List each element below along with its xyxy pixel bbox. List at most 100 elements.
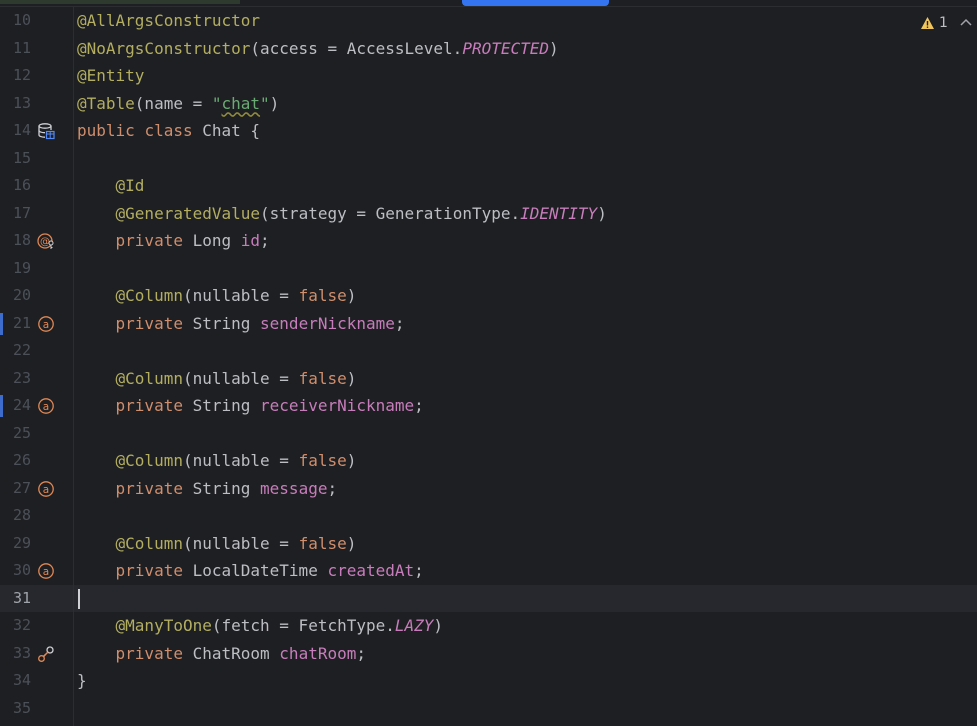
code-line[interactable]: 17 @GeneratedValue(strategy = Generation… (0, 200, 977, 228)
code-editor[interactable]: 10 @AllArgsConstructor 11 @NoArgsConstructo… (0, 7, 977, 726)
code-token: @GeneratedValue (115, 203, 261, 223)
code-line[interactable]: 28 (0, 502, 977, 530)
line-number[interactable]: 35 (0, 695, 31, 723)
code-line[interactable]: 15 (0, 145, 977, 173)
code-line[interactable]: 22 (0, 337, 977, 365)
code-token: Long (192, 231, 241, 250)
code-token: @Column (115, 368, 183, 388)
database-table-icon[interactable] (37, 122, 55, 140)
line-number[interactable]: 24 (0, 392, 31, 420)
svg-text:a: a (43, 566, 49, 578)
code-text: @Column(nullable = false) (77, 282, 357, 310)
line-number[interactable]: 25 (0, 420, 31, 448)
id-field-icon[interactable]: @ (37, 232, 55, 250)
code-token: @Column (115, 533, 183, 553)
line-number[interactable]: 12 (0, 62, 31, 90)
vcs-change-marker[interactable] (0, 395, 3, 417)
code-line[interactable]: 16 @Id (0, 172, 977, 200)
line-number[interactable]: 17 (0, 200, 31, 228)
code-token: private (115, 643, 193, 663)
line-number[interactable]: 30 (0, 557, 31, 585)
code-token: ; (394, 313, 405, 333)
code-token: @Id (115, 176, 145, 195)
code-line[interactable]: 34} (0, 667, 977, 695)
warning-icon (921, 17, 934, 29)
code-token: false (298, 286, 347, 305)
code-token: (name = (134, 93, 212, 113)
code-text: @Table(name = "chat") (77, 90, 279, 118)
text-caret (78, 588, 80, 609)
code-line[interactable]: 13 @Table(name = "chat") (0, 90, 977, 118)
line-number[interactable]: 31 (0, 585, 31, 613)
line-number[interactable]: 15 (0, 145, 31, 173)
code-token: ; (327, 478, 338, 498)
code-line[interactable]: 26 @Column(nullable = false) (0, 447, 977, 475)
column-field-icon[interactable]: a (37, 315, 55, 333)
line-number[interactable]: 16 (0, 172, 31, 200)
code-line[interactable]: 30 a private LocalDateTime createdAt; (0, 557, 977, 585)
code-token: LAZY (394, 616, 434, 635)
vcs-change-marker[interactable] (0, 312, 3, 335)
code-token: message (260, 478, 328, 498)
column-field-icon[interactable]: a (37, 397, 55, 415)
code-token: ) (597, 203, 607, 223)
code-line[interactable]: 10 @AllArgsConstructor (0, 7, 977, 35)
code-line[interactable]: 21 a private String senderNickname; (0, 310, 977, 338)
code-line[interactable]: 25 (0, 420, 977, 448)
svg-text:@: @ (40, 237, 50, 248)
code-line[interactable]: 29 @Column(nullable = false) (0, 530, 977, 558)
line-number[interactable]: 28 (0, 502, 31, 530)
inspection-widget[interactable]: 1 (920, 14, 948, 32)
code-token: private (115, 561, 193, 580)
code-line[interactable]: 18 @ private Long id; (0, 227, 977, 255)
code-line[interactable]: 32 @ManyToOne(fetch = FetchType.LAZY) (0, 612, 977, 640)
line-number[interactable]: 18 (0, 227, 31, 255)
code-line[interactable]: 33 private ChatRoom chatRoom; (0, 640, 977, 668)
warning-count: 1 (939, 15, 948, 31)
relation-field-icon[interactable] (37, 645, 55, 663)
horizontal-scroll-thumb[interactable] (462, 0, 609, 6)
line-number[interactable]: 23 (0, 365, 31, 393)
code-text: public class Chat { (77, 117, 260, 145)
code-line[interactable]: 14 public class Chat { (0, 117, 977, 145)
code-line[interactable]: 11 @NoArgsConstructor(access = AccessLeve… (0, 35, 977, 63)
line-number[interactable]: 19 (0, 255, 31, 283)
line-number[interactable]: 27 (0, 475, 31, 503)
line-number[interactable]: 29 (0, 530, 31, 558)
line-number[interactable]: 33 (0, 640, 31, 668)
code-text: @ManyToOne(fetch = FetchType.LAZY) (77, 612, 444, 640)
column-field-icon[interactable]: a (37, 480, 55, 498)
line-number[interactable]: 34 (0, 667, 31, 695)
code-token: false (298, 368, 347, 388)
code-text: private String senderNickname; (77, 310, 405, 338)
line-number[interactable]: 14 (0, 117, 31, 145)
code-text: @Column(nullable = false) (77, 365, 357, 393)
line-number[interactable]: 21 (0, 310, 31, 338)
code-line[interactable]: 19 (0, 255, 977, 283)
line-number[interactable]: 22 (0, 337, 31, 365)
code-line[interactable]: 20 @Column(nullable = false) (0, 282, 977, 310)
code-token: ) (346, 451, 357, 470)
line-number[interactable]: 26 (0, 447, 31, 475)
code-text: @Entity (77, 62, 144, 90)
code-token: (strategy = GenerationType. (260, 203, 521, 223)
code-token: (fetch = FetchType. (211, 616, 395, 635)
line-number[interactable]: 32 (0, 612, 31, 640)
code-line[interactable]: 31 (0, 584, 977, 613)
code-line[interactable]: 24 a private String receiverNickname; (0, 392, 977, 420)
code-line[interactable]: 27 a private String message; (0, 475, 977, 503)
line-number[interactable]: 10 (0, 7, 31, 35)
code-token: false (298, 451, 347, 470)
code-line[interactable]: 35 (0, 695, 977, 723)
code-token: private (115, 396, 193, 415)
code-line[interactable]: 12 @Entity (0, 62, 977, 90)
code-token: " (211, 93, 222, 113)
code-line[interactable]: 23 @Column(nullable = false) (0, 365, 977, 393)
chevron-up-icon[interactable] (959, 14, 973, 32)
column-field-icon[interactable]: a (37, 562, 55, 580)
line-number[interactable]: 20 (0, 282, 31, 310)
line-number[interactable]: 13 (0, 90, 31, 118)
line-number[interactable]: 11 (0, 35, 31, 63)
